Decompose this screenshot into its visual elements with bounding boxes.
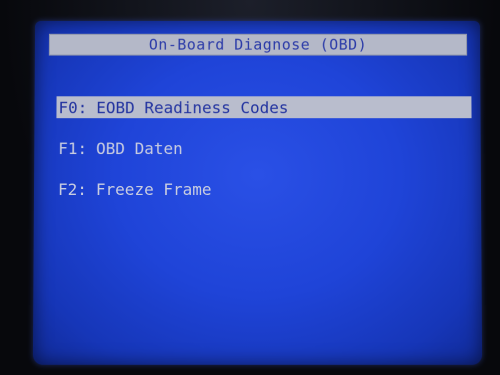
device-bezel: On-Board Diagnose (OBD) F0: EOBD Readine… [0,0,500,375]
menu-item-label: OBD Daten [96,138,183,158]
screen-title: On-Board Diagnose (OBD) [148,35,368,54]
menu-item-label: Freeze Frame [95,179,212,199]
menu-item-key: F2: [57,179,87,199]
diagnostic-screen: On-Board Diagnose (OBD) F0: EOBD Readine… [32,20,483,365]
title-bar: On-Board Diagnose (OBD) [48,33,468,56]
obd-menu: F0: EOBD Readiness Codes F1: OBD Daten F… [56,96,476,219]
menu-item-freeze-frame[interactable]: F2: Freeze Frame [56,178,476,200]
menu-item-key: F0: [58,97,88,117]
menu-item-obd-daten[interactable]: F1: OBD Daten [56,137,476,159]
menu-item-label: EOBD Readiness Codes [96,97,289,117]
menu-item-key: F1: [58,138,88,158]
menu-item-eobd-readiness-codes[interactable]: F0: EOBD Readiness Codes [56,96,472,119]
